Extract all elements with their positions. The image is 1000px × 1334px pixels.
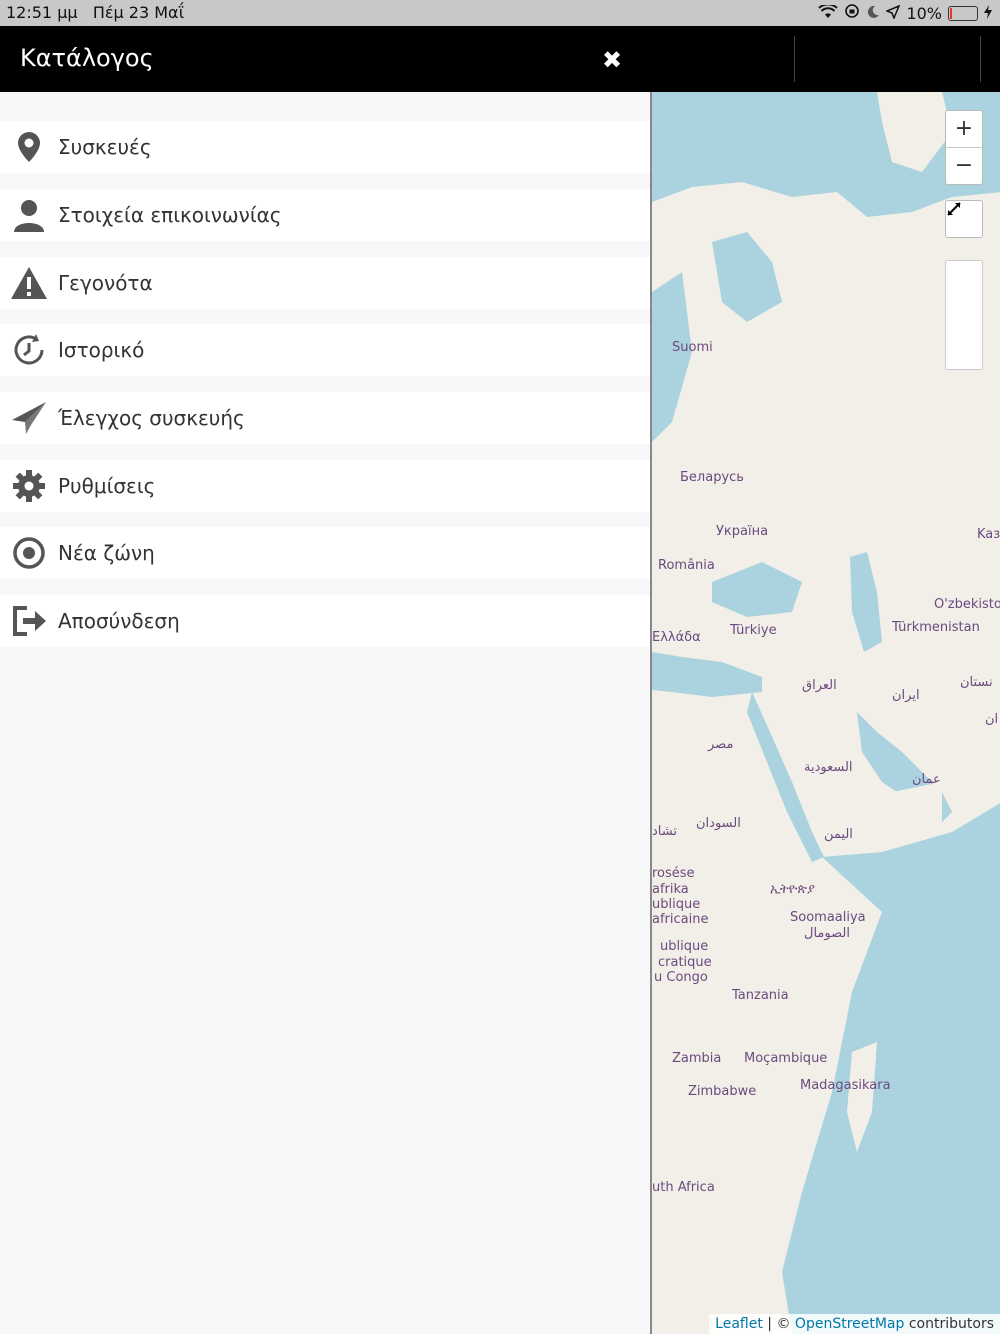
map-label: تشاد bbox=[652, 824, 677, 839]
map-label: Madagasikara bbox=[800, 1078, 891, 1093]
person-icon bbox=[0, 189, 58, 241]
map-label: rosése bbox=[652, 866, 695, 881]
status-date: Πέμ 23 Μαΐ bbox=[92, 3, 184, 22]
status-time: 12:51 μμ bbox=[6, 3, 78, 22]
zoom-out-button[interactable]: − bbox=[946, 148, 982, 184]
app-header: Κατάλογος ✖ bbox=[0, 26, 1000, 92]
menu-item-label: Αποσύνδεση bbox=[58, 609, 180, 633]
map-label: Moçambique bbox=[744, 1051, 828, 1066]
map-label: ublique bbox=[652, 897, 701, 912]
menu-item-label: Έλεγχος συσκευής bbox=[58, 406, 245, 430]
menu-item-label: Στοιχεία επικοινωνίας bbox=[58, 203, 282, 227]
battery-percent: 10% bbox=[906, 3, 942, 23]
menu-item-label: Ρυθμίσεις bbox=[58, 474, 156, 498]
map-control-panel[interactable] bbox=[945, 260, 983, 370]
header-divider bbox=[794, 36, 795, 82]
map-label: Soomaaliya bbox=[790, 910, 866, 925]
battery-icon bbox=[948, 5, 978, 21]
map-label: afrika bbox=[652, 882, 689, 897]
map-label: africaine bbox=[652, 912, 709, 927]
map-label: السعودية bbox=[804, 760, 853, 775]
map-label: Zambia bbox=[672, 1051, 722, 1066]
fullscreen-button[interactable] bbox=[945, 200, 983, 238]
map-label: Türkmenistan bbox=[892, 620, 980, 635]
menu-item-logout[interactable]: Αποσύνδεση bbox=[0, 595, 650, 647]
map-label: ublique bbox=[660, 939, 709, 954]
map-label: Suomi bbox=[672, 340, 713, 355]
moon-icon bbox=[866, 4, 880, 23]
map-label: نستان bbox=[960, 675, 993, 690]
map-label: عمان bbox=[912, 772, 941, 787]
map-label: Zimbabwe bbox=[688, 1084, 757, 1099]
warning-icon bbox=[0, 257, 58, 309]
gear-icon bbox=[0, 460, 58, 512]
charging-bolt-icon bbox=[984, 4, 992, 23]
map-label: ایران bbox=[892, 688, 920, 703]
wifi-icon bbox=[818, 2, 839, 23]
menu-item-history[interactable]: Ιστορικό bbox=[0, 324, 650, 376]
page-title: Κατάλογος bbox=[20, 44, 154, 72]
status-bar: 12:51 μμ Πέμ 23 Μαΐ 10% bbox=[0, 0, 1000, 26]
map-label: Tanzania bbox=[732, 988, 789, 1003]
close-menu-button[interactable]: ✖ bbox=[602, 46, 622, 74]
logout-icon bbox=[0, 595, 58, 647]
side-menu: Συσκευές Στοιχεία επικοινωνίας Γεγονότα … bbox=[0, 92, 650, 1334]
map-label: السودان bbox=[696, 816, 741, 831]
menu-item-contacts[interactable]: Στοιχεία επικοινωνίας bbox=[0, 189, 650, 241]
leaflet-link[interactable]: Leaflet bbox=[715, 1316, 763, 1332]
location-arrow-icon bbox=[885, 4, 901, 23]
map-label: cratique bbox=[658, 955, 712, 970]
menu-item-label: Ιστορικό bbox=[58, 338, 145, 362]
menu-item-label: Νέα ζώνη bbox=[58, 541, 155, 565]
map-label: اليمن bbox=[824, 827, 853, 842]
menu-item-events[interactable]: Γεγονότα bbox=[0, 257, 650, 309]
map-label: ኢትዮጵያ bbox=[770, 882, 815, 897]
map-label: Беларусь bbox=[680, 470, 744, 485]
map-attribution: Leaflet | © OpenStreetMap contributors bbox=[709, 1314, 1000, 1334]
map-label: u Congo bbox=[654, 970, 708, 985]
orientation-lock-icon bbox=[844, 3, 860, 23]
map-label: الصومال bbox=[804, 926, 850, 941]
menu-item-label: Γεγονότα bbox=[58, 271, 153, 295]
battery-level bbox=[950, 7, 952, 19]
menu-item-devices[interactable]: Συσκευές bbox=[0, 121, 650, 173]
map-label: Türkiye bbox=[730, 623, 777, 638]
menu-item-device-control[interactable]: Έλεγχος συσκευής bbox=[0, 392, 650, 444]
attribution-suffix: contributors bbox=[904, 1316, 994, 1332]
map-label: ان bbox=[985, 712, 999, 727]
map-label: Kaз bbox=[977, 527, 1000, 542]
history-icon bbox=[0, 324, 58, 376]
target-icon bbox=[0, 527, 58, 579]
openstreetmap-link[interactable]: OpenStreetMap bbox=[795, 1316, 904, 1332]
map-label: العراق bbox=[802, 678, 837, 693]
location-pin-icon bbox=[0, 121, 58, 173]
map-label: România bbox=[658, 558, 715, 573]
map-label: uth Africa bbox=[652, 1180, 715, 1195]
menu-item-label: Συσκευές bbox=[58, 135, 152, 159]
map-label: O'zbekisto bbox=[934, 597, 1000, 612]
attribution-separator: | © bbox=[762, 1316, 795, 1332]
menu-item-settings[interactable]: Ρυθμίσεις bbox=[0, 460, 650, 512]
map-label: Україна bbox=[716, 524, 769, 539]
map-label: Ελλάδα bbox=[652, 630, 701, 645]
menu-item-new-zone[interactable]: Νέα ζώνη bbox=[0, 527, 650, 579]
map-label: مصر bbox=[708, 737, 734, 752]
map-view[interactable]: Suomi Беларусь Україна România Ελλάδα Tü… bbox=[650, 92, 1000, 1334]
header-divider bbox=[980, 36, 981, 82]
paper-plane-icon bbox=[0, 392, 58, 444]
zoom-control: + − bbox=[945, 110, 983, 185]
zoom-in-button[interactable]: + bbox=[946, 111, 982, 148]
